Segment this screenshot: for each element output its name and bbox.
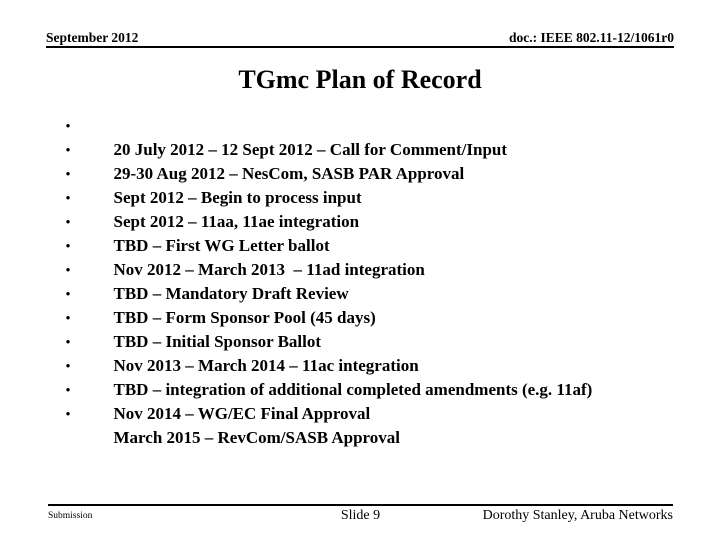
list-item: • TBD – First WG Letter ballot bbox=[58, 210, 678, 255]
slide-title: TGmc Plan of Record bbox=[238, 65, 482, 94]
list-item: • Nov 2012 – March 2013 – 11ad integratio… bbox=[58, 234, 678, 279]
slide-footer: Submission Slide 9 Dorothy Stanley, Arub… bbox=[48, 506, 673, 530]
list-item: • Nov 2013 – March 2014 – 11ac integratio… bbox=[58, 330, 678, 375]
list-item: • TBD – integration of additional complet… bbox=[58, 354, 678, 399]
bullet-icon: • bbox=[65, 238, 71, 253]
bullet-icon: • bbox=[65, 382, 71, 397]
header-date: September 2012 bbox=[46, 30, 139, 45]
slide-canvas: September 2012 doc.: IEEE 802.11-12/1061… bbox=[0, 0, 720, 540]
header-row: September 2012 doc.: IEEE 802.11-12/1061… bbox=[46, 29, 674, 47]
header-doc-number: doc.: IEEE 802.11-12/1061r0 bbox=[508, 30, 674, 45]
list-item: • TBD – Mandatory Draft Review bbox=[58, 258, 678, 303]
bullet-icon: • bbox=[65, 142, 71, 157]
bullet-icon: • bbox=[65, 310, 71, 325]
header-divider bbox=[46, 46, 674, 48]
list-item: • TBD – Initial Sponsor Ballot bbox=[58, 306, 678, 351]
list-item: • 20 July 2012 – 12 Sept 2012 – Call for … bbox=[58, 114, 678, 159]
plan-of-record-bullet-list: • 20 July 2012 – 12 Sept 2012 – Call for … bbox=[58, 114, 678, 447]
bullet-icon: • bbox=[65, 334, 71, 349]
list-item: • March 2015 – RevCom/SASB Approval bbox=[58, 402, 678, 447]
bullet-icon: • bbox=[65, 358, 71, 373]
bullet-icon: • bbox=[65, 166, 71, 181]
list-item: • Nov 2014 – WG/EC Final Approval bbox=[58, 378, 678, 423]
list-item: • 29-30 Aug 2012 – NesCom, SASB PAR Appro… bbox=[58, 138, 678, 183]
bullet-icon: • bbox=[65, 214, 71, 229]
footer-author: Dorothy Stanley, Aruba Networks bbox=[482, 508, 673, 523]
bullet-icon: • bbox=[65, 118, 71, 133]
list-item: • TBD – Form Sponsor Pool (45 days) bbox=[58, 282, 678, 327]
list-item: • Sept 2012 – 11aa, 11ae integration bbox=[58, 186, 678, 231]
bullet-icon: • bbox=[65, 286, 71, 301]
list-item-label: March 2015 – RevCom/SASB Approval bbox=[113, 428, 401, 447]
list-item: • Sept 2012 – Begin to process input bbox=[58, 162, 678, 207]
bullet-icon: • bbox=[65, 262, 71, 277]
bullet-icon: • bbox=[65, 190, 71, 205]
bullet-icon: • bbox=[65, 406, 71, 421]
